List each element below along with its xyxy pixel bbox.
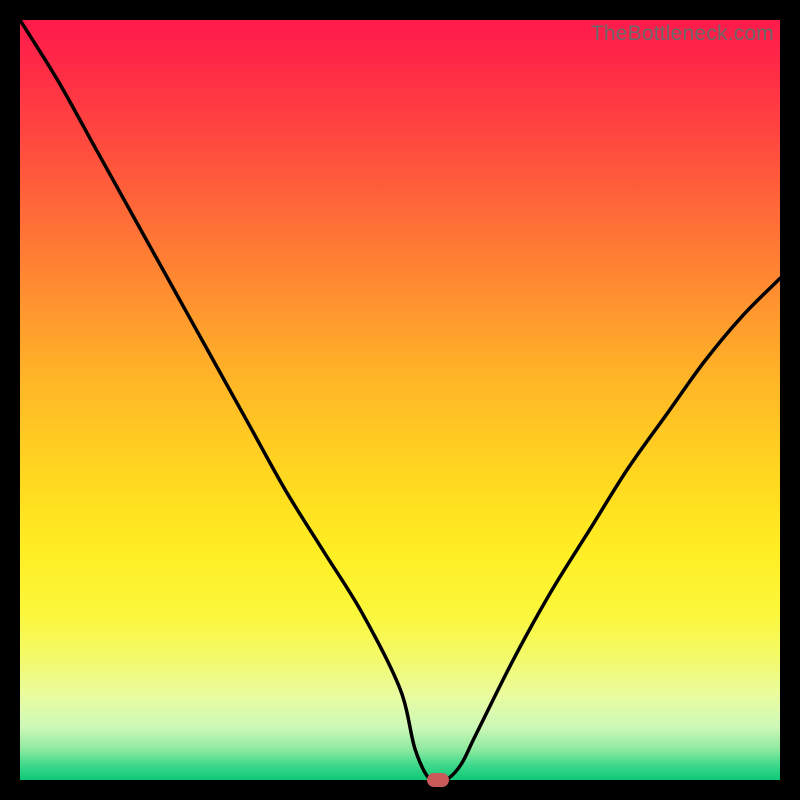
optimal-point-marker [427,773,449,787]
bottleneck-curve [20,20,780,780]
chart-frame: TheBottleneck.com [0,0,800,800]
plot-area: TheBottleneck.com [20,20,780,780]
